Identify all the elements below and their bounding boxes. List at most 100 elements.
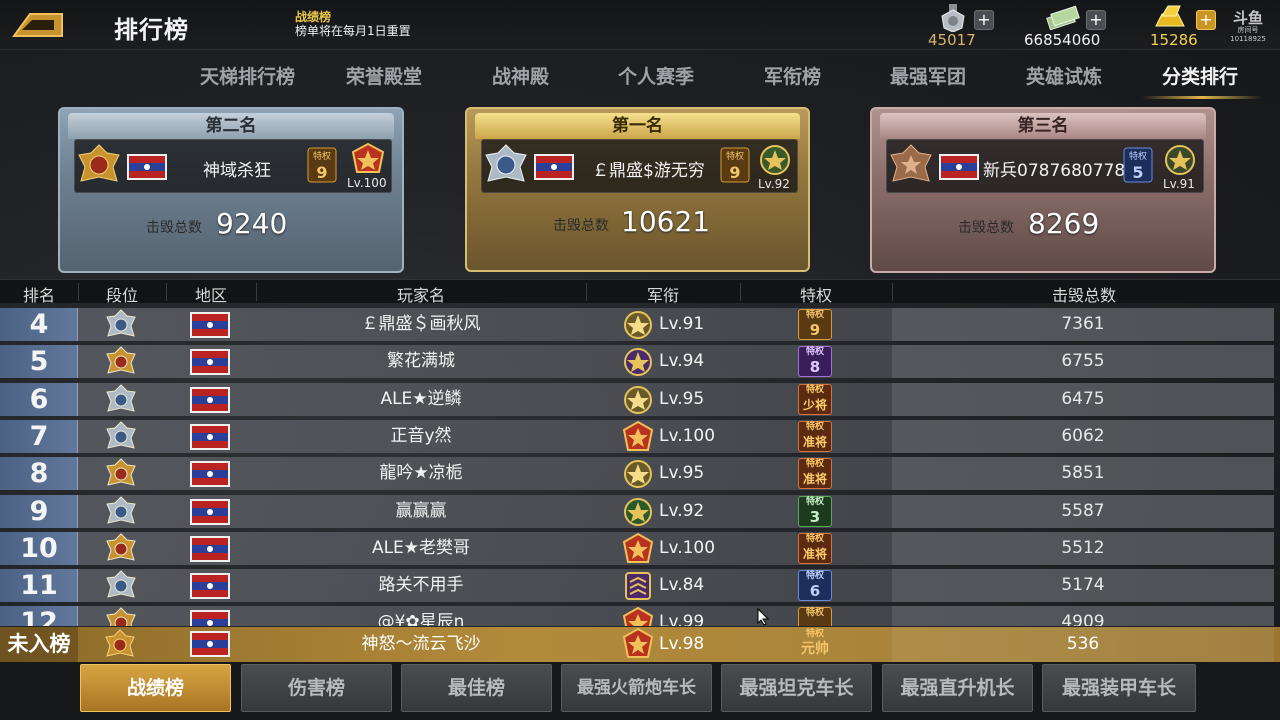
header-divider	[166, 283, 167, 301]
tab-helicopter-pilot[interactable]: 最强直升机长	[882, 664, 1033, 712]
privilege-label: 特权	[805, 608, 824, 619]
header-divider	[256, 283, 257, 301]
player-name: 繁花满城	[387, 351, 455, 372]
rank-number: 5	[29, 346, 49, 378]
military-rank-icon	[624, 497, 652, 526]
svg-text:9: 9	[729, 163, 740, 182]
brand-logo: 斗鱼	[1232, 9, 1263, 27]
military-rank-icon	[622, 607, 654, 626]
tab-best[interactable]: 最佳榜	[401, 664, 552, 712]
player-level: Lv.91	[1163, 177, 1195, 191]
privilege-tier: 少将	[802, 397, 827, 412]
tab-personal-season[interactable]: 个人赛季	[618, 62, 694, 89]
my-player-name: 神怒～流云飞沙	[361, 634, 481, 654]
tab-rank-board[interactable]: 军衔榜	[764, 62, 821, 89]
military-rank-icon	[622, 420, 654, 451]
privilege-tier: 9	[809, 321, 821, 339]
tab-tank-commander[interactable]: 最强坦克车长	[721, 664, 872, 712]
tab-battle-record[interactable]: 战绩榜	[80, 664, 231, 712]
gold-currency: + 15286	[1148, 0, 1218, 50]
privilege-tier: 准将	[802, 472, 827, 487]
total-kills: 5851	[1061, 463, 1105, 484]
table-row[interactable]: 4 ￡鼎盛＄画秋风 Lv.91 特权 9 7361	[0, 307, 1280, 342]
add-gold-button[interactable]: +	[1196, 10, 1216, 30]
tab-hall-of-honor[interactable]: 荣誉殿堂	[346, 62, 422, 89]
player-name: ALE★老樊哥	[371, 537, 471, 558]
gold-value: 15286	[1150, 31, 1198, 49]
tab-armored-car-commander[interactable]: 最强装甲车长	[1042, 664, 1196, 712]
privilege-label: 特权	[805, 347, 824, 358]
svg-text:5: 5	[1132, 163, 1143, 182]
add-cash-button[interactable]: +	[1086, 10, 1106, 30]
tier-emblem-icon	[106, 309, 136, 337]
military-rank-icon	[625, 572, 651, 601]
table-row[interactable]: 7 正音y然 Lv.100 特权 准将 6062	[0, 419, 1280, 454]
player-info: 神域杀狂 特权 9 Lv.100	[74, 139, 392, 193]
privilege-tier: 元帅	[801, 641, 829, 657]
tab-ladder[interactable]: 天梯排行榜	[200, 62, 295, 89]
my-rank-row[interactable]: 未入榜 神怒～流云飞沙 Lv.98 特权 元帅 536	[0, 627, 1280, 662]
region-flag-icon	[534, 154, 574, 180]
tier-emblem-icon	[106, 346, 136, 374]
tab-war-god-hall[interactable]: 战神殿	[492, 62, 549, 89]
rank-number: 7	[29, 420, 49, 452]
table-header: 排名 段位 地区 玩家名 军衔 特权 击毁总数	[0, 279, 1280, 305]
table-row[interactable]: 9 赢赢赢 Lv.92 特权 3 5587	[0, 494, 1280, 529]
military-rank-icon	[760, 145, 790, 175]
ranking-list[interactable]: 4 ￡鼎盛＄画秋风 Lv.91 特权 9 7361 5 繁花满城 Lv.94 特权 8 6755 6 AL…	[0, 305, 1280, 626]
player-level: Lv.100	[659, 537, 716, 558]
total-kills: 4909	[1061, 612, 1105, 626]
podium-card-second[interactable]: 第二名 神域杀狂 特权 9 Lv.100 击毁总数 9240	[58, 107, 404, 273]
header-divider	[892, 283, 893, 301]
kills-value: 8269	[1028, 207, 1100, 240]
rank-number: 9	[29, 495, 49, 527]
table-row[interactable]: 6 ALE★逆鳞 Lv.95 特权 少将 6475	[0, 382, 1280, 417]
leaderboard-screen: { "header": { "title": "排行榜", "subtitle"…	[0, 0, 1280, 720]
back-arrow-icon[interactable]	[10, 8, 66, 40]
region-flag-icon	[190, 461, 230, 488]
tab-rocket-commander[interactable]: 最强火箭炮车长	[561, 664, 712, 712]
total-kills: 5174	[1061, 575, 1105, 596]
player-level: Lv.99	[659, 612, 705, 626]
player-level: Lv.95	[659, 388, 705, 409]
tab-damage[interactable]: 伤害榜	[241, 664, 392, 712]
add-medal-button[interactable]: +	[974, 10, 994, 30]
player-level: Lv.84	[659, 575, 705, 596]
table-row[interactable]: 10 ALE★老樊哥 Lv.100 特权 准将 5512	[0, 531, 1280, 566]
player-level: Lv.100	[659, 425, 716, 446]
table-row[interactable]: 5 繁花满城 Lv.94 特权 8 6755	[0, 344, 1280, 379]
kills-value: 10621	[621, 205, 711, 238]
privilege-tier: 6	[809, 582, 821, 601]
table-row[interactable]: 12 @¥✿星辰n Lv.99 特权 4909	[0, 605, 1280, 626]
podium-card-first[interactable]: 第一名 ￡鼎盛$游无穷 特权 9 Lv.92 击毁总数 10621	[465, 107, 810, 272]
svg-text:特权: 特权	[1129, 150, 1147, 162]
privilege-label: 特权	[805, 496, 824, 507]
total-kills: 6475	[1061, 388, 1105, 409]
rank-banner: 第三名	[880, 113, 1206, 139]
military-rank-icon	[622, 532, 654, 563]
tab-category-ranking[interactable]: 分类排行	[1162, 62, 1238, 89]
region-flag-icon	[190, 386, 230, 413]
table-row[interactable]: 11 路关不用手 Lv.84 特权 6 5174	[0, 568, 1280, 603]
player-name: 路关不用手	[378, 575, 464, 596]
privilege-label: 特权	[805, 421, 824, 432]
my-rank-label: 未入榜	[0, 627, 78, 662]
cash-icon	[1046, 5, 1080, 30]
player-name: 正音y然	[390, 425, 452, 446]
region-flag-icon	[190, 349, 230, 376]
rank-number: 8	[29, 458, 49, 490]
privilege-label: 特权	[805, 629, 824, 639]
header-privilege: 特权	[799, 286, 832, 305]
header-tier: 段位	[105, 286, 138, 305]
table-row[interactable]: 8 龍吟★凉栀 Lv.95 特权 准将 5851	[0, 456, 1280, 491]
kills-label: 击毁总数	[553, 218, 609, 234]
privilege-tier: 准将	[802, 434, 827, 449]
tab-strongest-legion[interactable]: 最强军团	[890, 62, 966, 89]
player-level: Lv.91	[659, 314, 705, 334]
podium-card-third[interactable]: 第三名 新兵0787680778 特权 5 Lv.91 击毁总数 8269	[870, 107, 1216, 273]
privilege-badge-icon: 特权 9	[307, 147, 337, 183]
tab-hero-trial[interactable]: 英雄试炼	[1026, 62, 1102, 89]
military-rank-icon	[624, 348, 652, 377]
privilege-label: 特权	[805, 459, 824, 470]
privilege-tier: 3	[809, 507, 821, 526]
